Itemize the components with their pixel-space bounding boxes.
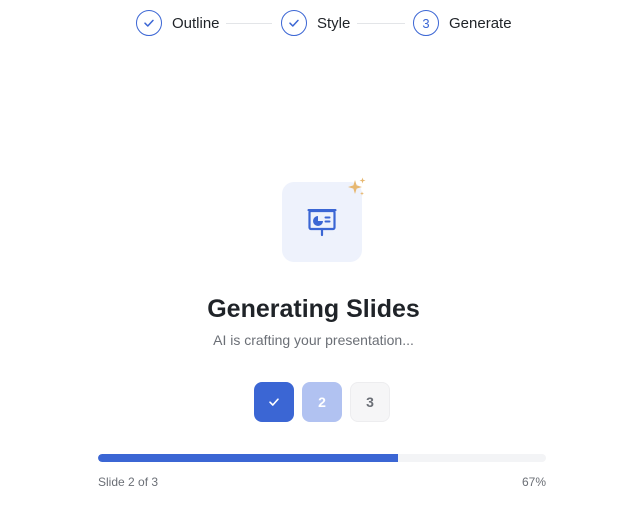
page-subtitle: AI is crafting your presentation... — [213, 332, 414, 348]
check-icon — [269, 398, 279, 406]
slide-1-status — [254, 382, 294, 422]
step-generate-indicator: 3 — [413, 10, 439, 36]
check-icon — [289, 19, 299, 27]
presentation-icon — [307, 209, 337, 237]
slide-3-status: 3 — [350, 382, 390, 422]
check-icon — [144, 19, 154, 27]
step-connector — [357, 23, 405, 24]
progress-caption: Slide 2 of 3 — [98, 475, 159, 489]
step-outline-indicator — [136, 10, 162, 36]
sparkles-icon — [348, 177, 366, 196]
progress-bar-fill — [98, 454, 399, 462]
progress-percent: 67% — [521, 475, 546, 489]
generate-slides-page: Outline Style 3 Generate Generating Slid… — [0, 0, 627, 516]
step-outline-label: Outline — [172, 15, 220, 32]
step-generate-label: Generate — [449, 15, 512, 32]
slide-2-status: 2 — [302, 382, 342, 422]
page-title: Generating Slides — [207, 295, 420, 323]
progress-bar — [98, 454, 546, 462]
step-connector — [226, 23, 272, 24]
step-style-indicator — [281, 10, 307, 36]
step-style-label: Style — [317, 15, 351, 32]
